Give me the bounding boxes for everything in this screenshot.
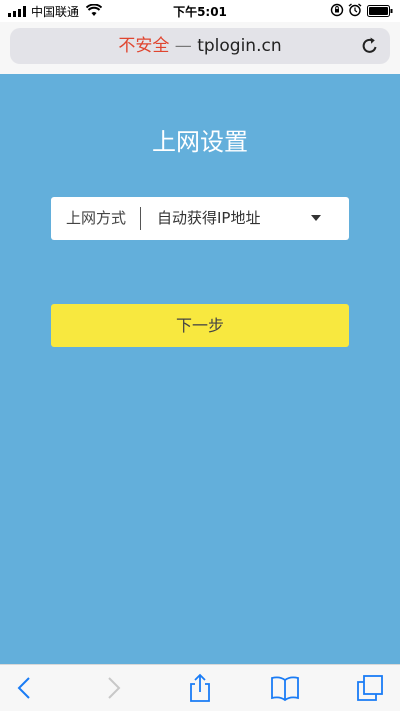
- url-domain: tplogin.cn: [197, 36, 282, 56]
- rotation-lock-icon: [330, 3, 344, 17]
- share-icon[interactable]: [185, 673, 215, 703]
- dropdown-arrow-icon[interactable]: [311, 215, 321, 221]
- reload-icon[interactable]: [360, 36, 380, 56]
- tabs-icon[interactable]: [355, 673, 385, 703]
- forward-icon[interactable]: [98, 673, 128, 703]
- connection-type-value[interactable]: 自动获得IP地址: [157, 197, 260, 240]
- browser-toolbar: [0, 664, 400, 711]
- browser-window: 中国联通 下午5:01 不安全 — tplogin.cn 上网设置 上网方式 自…: [0, 0, 400, 711]
- url-separator: —: [169, 36, 198, 56]
- connection-type-label: 上网方式: [66, 209, 127, 227]
- connection-type-select[interactable]: 上网方式 自动获得IP地址: [51, 197, 349, 240]
- url-field[interactable]: 不安全 — tplogin.cn: [10, 28, 390, 64]
- bookmarks-icon[interactable]: [270, 673, 300, 703]
- alarm-icon: [348, 3, 362, 17]
- page-title: 上网设置: [152, 128, 248, 156]
- url-text[interactable]: 不安全 — tplogin.cn: [10, 28, 390, 64]
- status-bar: 中国联通 下午5:01: [0, 0, 400, 22]
- address-bar: 不安全 — tplogin.cn: [0, 22, 400, 74]
- back-icon[interactable]: [10, 673, 40, 703]
- page-content: 上网设置 上网方式 自动获得IP地址 下一步: [0, 74, 400, 664]
- field-divider: [140, 207, 141, 230]
- insecure-label: 不安全: [118, 36, 170, 56]
- next-step-button[interactable]: 下一步: [51, 304, 349, 347]
- battery-icon: [367, 5, 393, 17]
